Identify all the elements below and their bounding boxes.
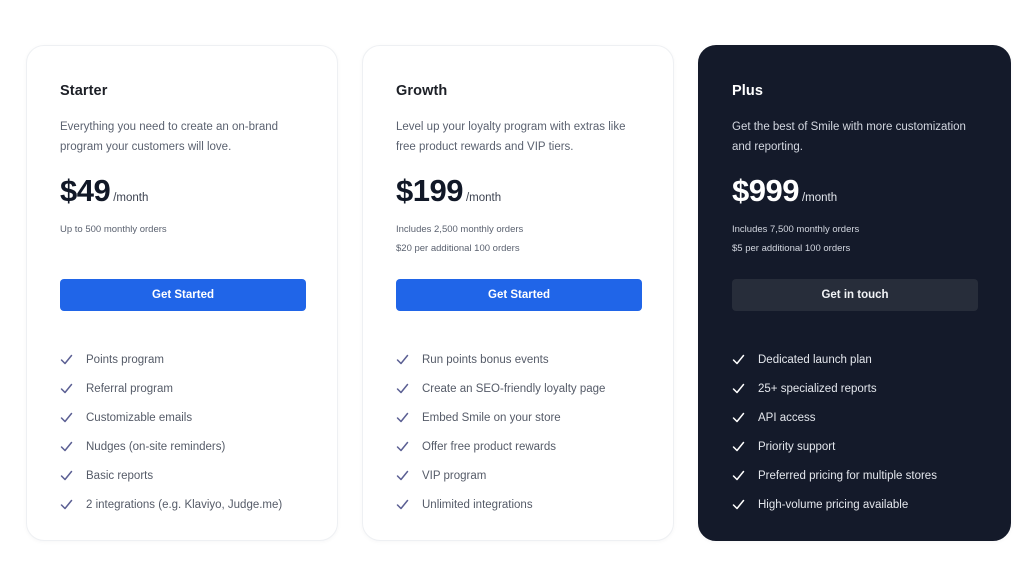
feature-label: Nudges (on-site reminders) <box>86 440 226 453</box>
check-icon <box>732 499 745 510</box>
check-icon <box>396 412 409 423</box>
plan-name: Growth <box>396 83 448 99</box>
feature-item: High-volume pricing available <box>732 490 937 519</box>
check-icon <box>60 499 73 510</box>
check-icon <box>396 499 409 510</box>
feature-label: 2 integrations (e.g. Klaviyo, Judge.me) <box>86 498 283 511</box>
price-period: /month <box>801 192 838 204</box>
check-icon <box>732 412 745 423</box>
feature-label: Customizable emails <box>86 411 193 424</box>
feature-list: Dedicated launch plan 25+ specialized re… <box>732 345 937 519</box>
get-started-button[interactable]: Get Started <box>60 279 306 311</box>
plan-description: Level up your loyalty program with extra… <box>396 121 626 153</box>
feature-item: Nudges (on-site reminders) <box>60 432 282 461</box>
check-icon <box>732 354 745 365</box>
feature-list: Run points bonus events Create an SEO-fr… <box>396 345 605 519</box>
price-row: $199 /month <box>396 173 501 209</box>
feature-list: Points program Referral program Customiz… <box>60 345 282 519</box>
feature-item: Referral program <box>60 374 282 403</box>
plan-price: $999 <box>732 173 799 208</box>
feature-label: Dedicated launch plan <box>758 353 872 366</box>
feature-item: Points program <box>60 345 282 374</box>
check-icon <box>396 470 409 481</box>
feature-item: Preferred pricing for multiple stores <box>732 461 937 490</box>
check-icon <box>732 383 745 394</box>
check-icon <box>396 383 409 394</box>
check-icon <box>732 441 745 452</box>
check-icon <box>60 412 73 423</box>
feature-item: Create an SEO-friendly loyalty page <box>396 374 605 403</box>
check-icon <box>396 354 409 365</box>
feature-label: Run points bonus events <box>422 353 549 366</box>
plan-note: Up to 500 monthly orders <box>60 224 167 235</box>
feature-item: 25+ specialized reports <box>732 374 937 403</box>
feature-label: Preferred pricing for multiple stores <box>758 469 937 482</box>
feature-item: API access <box>732 403 937 432</box>
feature-label: High-volume pricing available <box>758 498 909 511</box>
feature-item: Embed Smile on your store <box>396 403 605 432</box>
plan-note: $20 per additional 100 orders <box>396 243 520 254</box>
feature-label: Offer free product rewards <box>422 440 557 453</box>
feature-label: Basic reports <box>86 469 154 482</box>
check-icon <box>60 441 73 452</box>
get-in-touch-button[interactable]: Get in touch <box>732 279 978 311</box>
feature-item: Dedicated launch plan <box>732 345 937 374</box>
feature-label: Unlimited integrations <box>422 498 533 511</box>
feature-label: Embed Smile on your store <box>422 411 561 424</box>
check-icon <box>396 441 409 452</box>
plan-price: $199 <box>396 173 463 208</box>
check-icon <box>60 383 73 394</box>
feature-label: Priority support <box>758 440 836 453</box>
feature-item: Priority support <box>732 432 937 461</box>
price-row: $49 /month <box>60 173 148 209</box>
feature-item: 2 integrations (e.g. Klaviyo, Judge.me) <box>60 490 282 519</box>
plan-note: $5 per additional 100 orders <box>732 243 851 254</box>
check-icon <box>60 470 73 481</box>
feature-label: Points program <box>86 353 164 366</box>
check-icon <box>60 354 73 365</box>
check-icon <box>732 470 745 481</box>
plan-note: Includes 7,500 monthly orders <box>732 224 860 235</box>
feature-label: 25+ specialized reports <box>758 382 877 395</box>
feature-item: Customizable emails <box>60 403 282 432</box>
pricing-card-plus: Plus Get the best of Smile with more cus… <box>698 45 1011 541</box>
feature-item: Basic reports <box>60 461 282 490</box>
plan-name: Plus <box>732 83 764 99</box>
plan-price: $49 <box>60 173 111 208</box>
feature-item: Unlimited integrations <box>396 490 605 519</box>
plan-note: Includes 2,500 monthly orders <box>396 224 524 235</box>
price-period: /month <box>465 192 502 204</box>
feature-label: Referral program <box>86 382 173 395</box>
price-row: $999 /month <box>732 173 837 209</box>
feature-item: VIP program <box>396 461 605 490</box>
plan-name: Starter <box>60 83 108 99</box>
feature-item: Run points bonus events <box>396 345 605 374</box>
pricing-card-starter: Starter Everything you need to create an… <box>26 45 338 541</box>
pricing-card-growth: Growth Level up your loyalty program wit… <box>362 45 674 541</box>
plan-description: Get the best of Smile with more customiz… <box>732 121 966 153</box>
feature-label: Create an SEO-friendly loyalty page <box>422 382 606 395</box>
plan-description: Everything you need to create an on-bran… <box>60 121 279 153</box>
feature-label: API access <box>758 411 816 424</box>
get-started-button[interactable]: Get Started <box>396 279 642 311</box>
price-period: /month <box>113 192 149 204</box>
feature-label: VIP program <box>422 469 487 482</box>
feature-item: Offer free product rewards <box>396 432 605 461</box>
